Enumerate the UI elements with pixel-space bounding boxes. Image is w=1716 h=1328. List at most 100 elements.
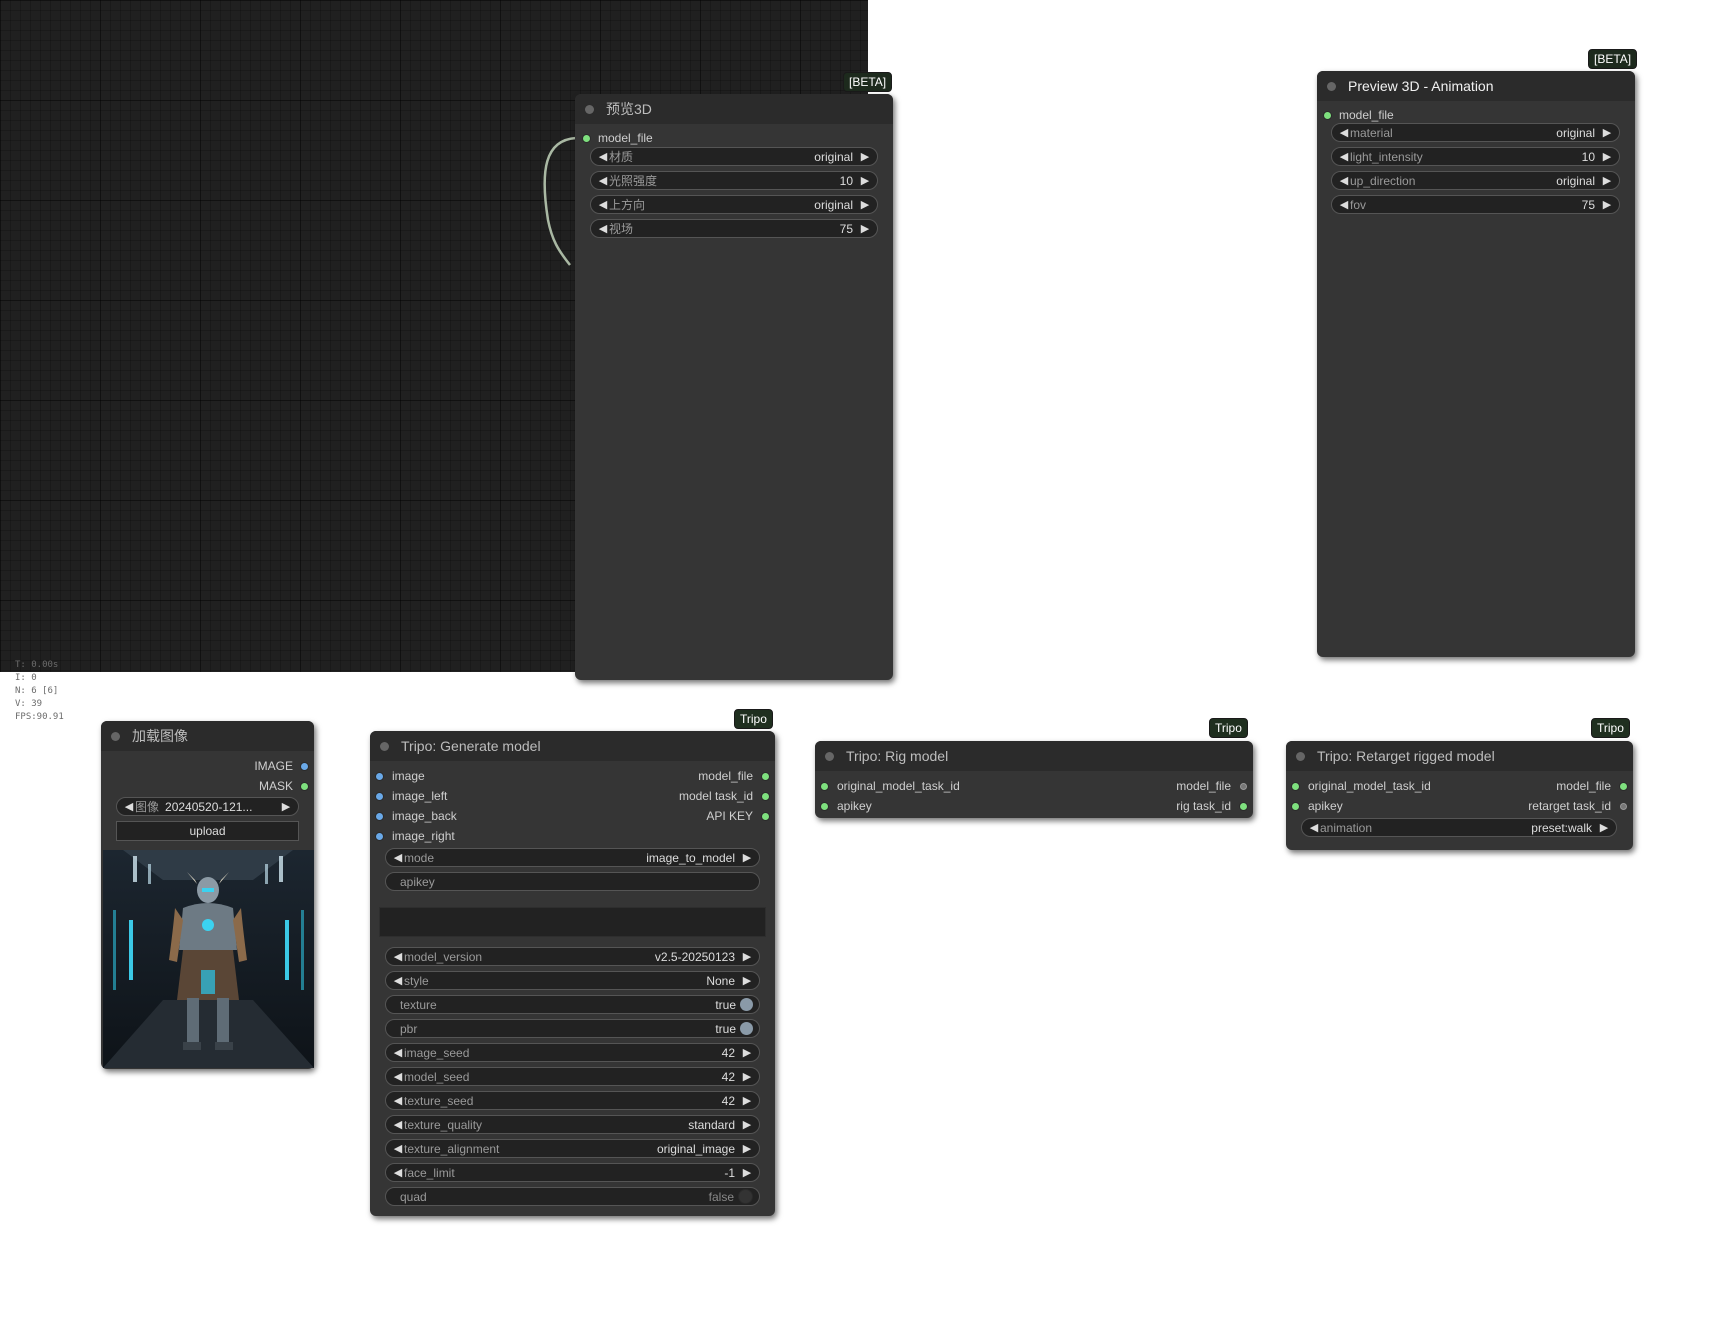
slot-dot-icon[interactable] [821,782,828,790]
arrow-right-icon[interactable]: ▶ [741,1046,753,1059]
input-slot[interactable]: apikey [821,797,872,815]
node-title-bar[interactable]: 预览3D [575,94,893,124]
slot-dot-icon[interactable] [376,832,383,840]
arrow-right-icon[interactable]: ▶ [1601,150,1613,163]
widget-quad[interactable]: quad false [385,1187,760,1206]
output-slot[interactable]: MASK [259,777,308,795]
arrow-right-icon[interactable]: ▶ [1601,198,1613,211]
collapse-dot[interactable] [1327,81,1336,91]
arrow-left-icon[interactable]: ◀ [1338,198,1350,211]
widget-texture-quality[interactable]: ◀ texture_quality standard ▶ [385,1115,760,1134]
arrow-right-icon[interactable]: ▶ [859,150,871,163]
arrow-left-icon[interactable]: ◀ [392,1166,404,1179]
arrow-right-icon[interactable]: ▶ [741,1118,753,1131]
arrow-left-icon[interactable]: ◀ [597,150,609,163]
arrow-left-icon[interactable]: ◀ [392,1046,404,1059]
slot-dot-icon[interactable] [301,762,308,770]
input-slot[interactable]: image_right [376,827,455,845]
widget-image-select[interactable]: ◀ 图像 20240520-121... ▶ [116,797,299,816]
arrow-left-icon[interactable]: ◀ [392,950,404,963]
widget-up-direction[interactable]: ◀ up_direction original ▶ [1331,171,1620,190]
arrow-left-icon[interactable]: ◀ [392,851,404,864]
toggle-knob-icon[interactable] [740,998,753,1011]
slot-dot-icon[interactable] [1324,111,1331,119]
collapse-dot[interactable] [111,731,120,741]
output-slot[interactable]: IMAGE [254,757,308,775]
arrow-left-icon[interactable]: ◀ [1308,821,1320,834]
input-slot[interactable]: apikey [1292,797,1343,815]
widget-material[interactable]: ◀ 材质 original ▶ [590,147,878,166]
widget-texture[interactable]: texture true [385,995,760,1014]
arrow-left-icon[interactable]: ◀ [123,800,135,813]
collapse-dot[interactable] [380,741,389,751]
widget-light-intensity[interactable]: ◀ light_intensity 10 ▶ [1331,147,1620,166]
arrow-right-icon[interactable]: ▶ [280,800,292,813]
arrow-left-icon[interactable]: ◀ [1338,174,1350,187]
node-title-bar[interactable]: 加载图像 [101,721,314,751]
widget-fov[interactable]: ◀ fov 75 ▶ [1331,195,1620,214]
arrow-right-icon[interactable]: ▶ [1601,174,1613,187]
arrow-right-icon[interactable]: ▶ [741,1166,753,1179]
input-slot[interactable]: image_left [376,787,447,805]
widget-fov[interactable]: ◀ 视场 75 ▶ [590,219,878,238]
widget-texture-alignment[interactable]: ◀ texture_alignment original_image ▶ [385,1139,760,1158]
arrow-right-icon[interactable]: ▶ [1598,821,1610,834]
node-title-bar[interactable]: Tripo: Retarget rigged model [1286,741,1633,771]
node-tripo-generate[interactable]: Tripo: Generate model image image_left i… [370,731,775,1216]
arrow-right-icon[interactable]: ▶ [1601,126,1613,139]
node-title-bar[interactable]: Tripo: Generate model [370,731,775,761]
output-slot[interactable]: retarget task_id [1528,797,1627,815]
prompt-textarea[interactable] [379,907,766,937]
arrow-left-icon[interactable]: ◀ [1338,150,1350,163]
arrow-left-icon[interactable]: ◀ [392,1094,404,1107]
arrow-left-icon[interactable]: ◀ [1338,126,1350,139]
toggle-knob-icon[interactable] [740,1022,753,1035]
arrow-left-icon[interactable]: ◀ [597,222,609,235]
slot-dot-icon[interactable] [376,812,383,820]
input-slot[interactable]: model_file [583,129,653,147]
widget-model-version[interactable]: ◀ model_version v2.5-20250123 ▶ [385,947,760,966]
slot-dot-icon[interactable] [821,802,828,810]
widget-face-limit[interactable]: ◀ face_limit -1 ▶ [385,1163,760,1182]
widget-pbr[interactable]: pbr true [385,1019,760,1038]
arrow-right-icon[interactable]: ▶ [741,851,753,864]
output-slot[interactable]: model_file [698,767,769,785]
input-slot[interactable]: model_file [1324,106,1394,124]
widget-style[interactable]: ◀ style None ▶ [385,971,760,990]
node-tripo-retarget[interactable]: Tripo: Retarget rigged model original_mo… [1286,741,1633,850]
apikey-input[interactable]: apikey [385,872,760,891]
input-slot[interactable]: image [376,767,425,785]
arrow-right-icon[interactable]: ▶ [859,174,871,187]
slot-dot-icon[interactable] [376,772,383,780]
upload-button[interactable]: upload [116,821,299,841]
slot-dot-icon[interactable] [1292,782,1299,790]
slot-dot-icon[interactable] [762,792,769,800]
widget-material[interactable]: ◀ material original ▶ [1331,123,1620,142]
arrow-left-icon[interactable]: ◀ [392,974,404,987]
slot-dot-icon[interactable] [1620,802,1627,810]
output-slot[interactable]: API KEY [706,807,769,825]
arrow-left-icon[interactable]: ◀ [392,1118,404,1131]
slot-dot-icon[interactable] [1620,782,1627,790]
slot-dot-icon[interactable] [1292,802,1299,810]
slot-dot-icon[interactable] [762,812,769,820]
widget-light-intensity[interactable]: ◀ 光照强度 10 ▶ [590,171,878,190]
widget-image-seed[interactable]: ◀ image_seed 42 ▶ [385,1043,760,1062]
input-slot[interactable]: original_model_task_id [821,777,960,795]
input-slot[interactable]: original_model_task_id [1292,777,1431,795]
widget-up-direction[interactable]: ◀ 上方向 original ▶ [590,195,878,214]
input-slot[interactable]: image_back [376,807,457,825]
arrow-right-icon[interactable]: ▶ [741,1094,753,1107]
slot-dot-icon[interactable] [301,782,308,790]
slot-dot-icon[interactable] [583,134,590,142]
arrow-right-icon[interactable]: ▶ [741,950,753,963]
output-slot[interactable]: model_file [1556,777,1627,795]
output-slot[interactable]: rig task_id [1176,797,1247,815]
widget-animation[interactable]: ◀ animation preset:walk ▶ [1301,818,1617,837]
slot-dot-icon[interactable] [762,772,769,780]
output-slot[interactable]: model task_id [679,787,769,805]
arrow-left-icon[interactable]: ◀ [597,198,609,211]
node-preview3d[interactable]: 预览3D model_file ◀ 材质 original ▶ ◀ 光照强度 10 ▶ ◀ 上… [575,94,893,680]
widget-model-seed[interactable]: ◀ model_seed 42 ▶ [385,1067,760,1086]
arrow-right-icon[interactable]: ▶ [741,1142,753,1155]
